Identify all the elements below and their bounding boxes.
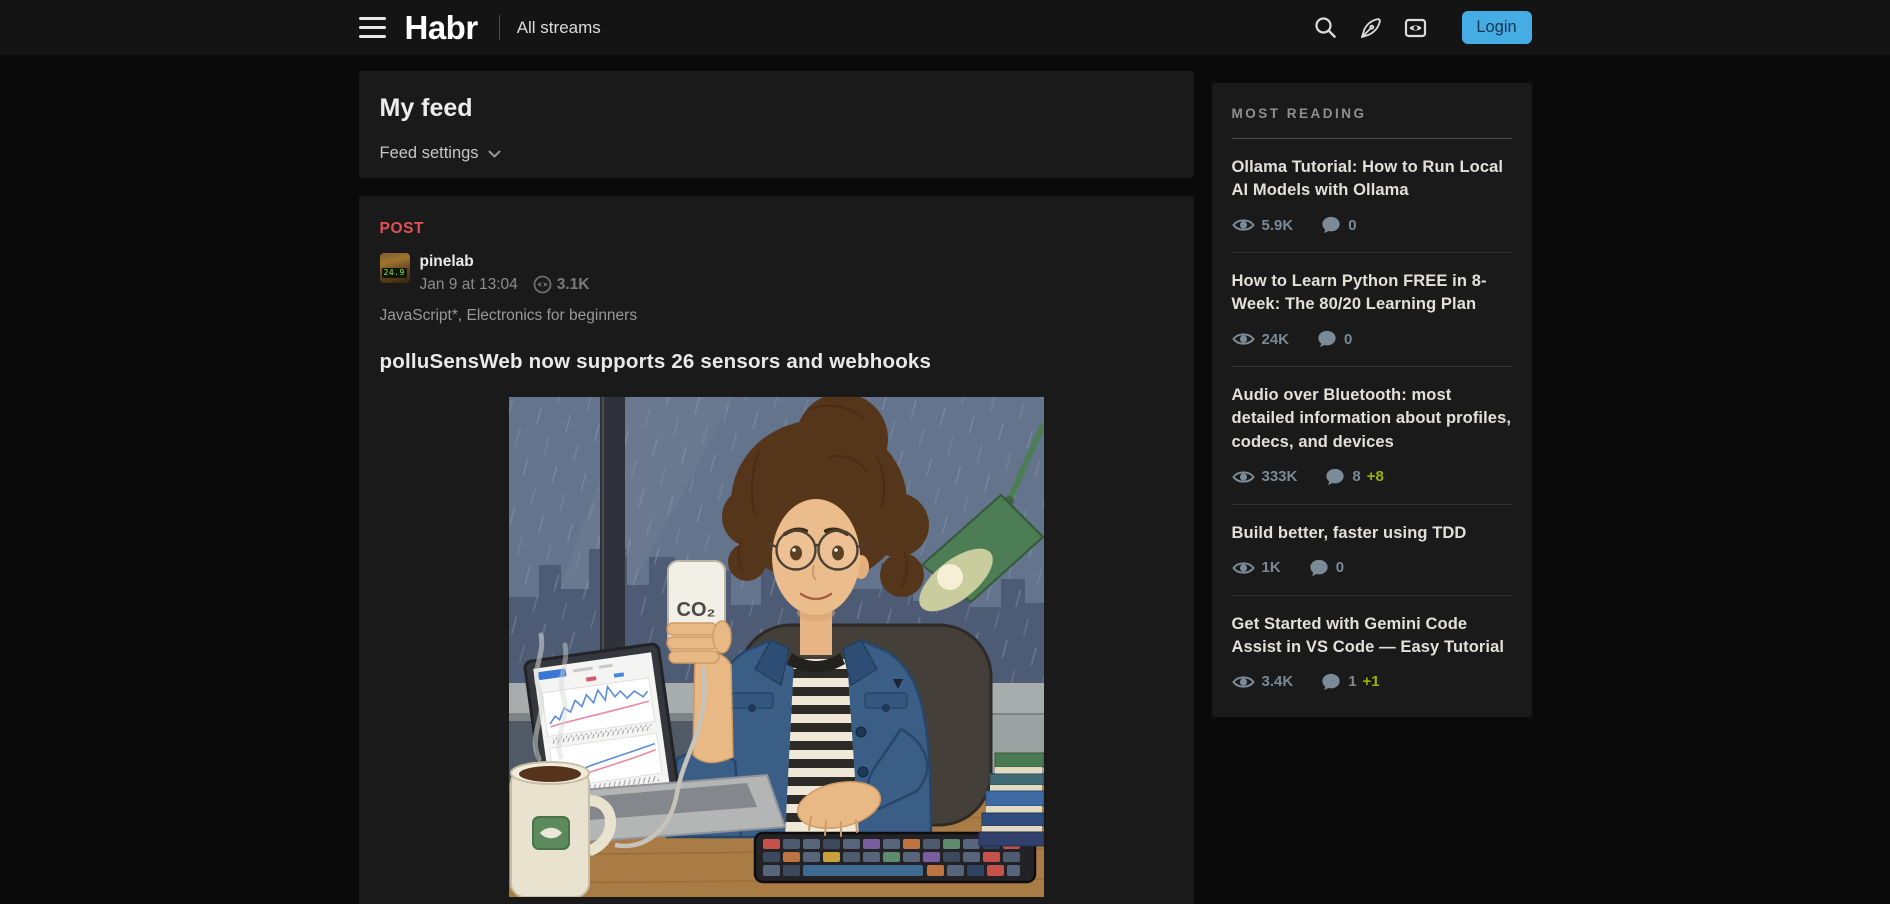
post-cover-illustration: CO₂ — [509, 397, 1044, 897]
author-avatar[interactable]: 24.9 — [380, 253, 410, 283]
post-hubs[interactable]: JavaScript*, Electronics for beginners — [380, 307, 1173, 325]
comments-count: 1 — [1348, 673, 1356, 690]
feed-settings-label: Feed settings — [380, 144, 479, 163]
feed-header-card: My feed Feed settings — [359, 71, 1194, 178]
avatar-display-readout: 24.9 — [382, 268, 407, 278]
feed-settings-button[interactable]: Feed settings — [380, 144, 501, 163]
new-comments-badge: +1 — [1363, 673, 1380, 690]
search-icon[interactable] — [1311, 13, 1341, 43]
comments-bubble-icon — [1325, 467, 1345, 487]
eye-square-reader-icon[interactable] — [1401, 13, 1431, 43]
eye-circle-icon — [533, 275, 552, 294]
top-navbar: Habr All streams Login — [0, 0, 1890, 55]
svg-text:CO₂: CO₂ — [676, 599, 715, 621]
most-reading-item-2[interactable]: How to Learn Python FREE in 8-Week: The … — [1232, 253, 1512, 367]
post-type-label[interactable]: POST — [380, 220, 425, 238]
eye-views-icon — [1232, 674, 1255, 690]
most-reading-item-3[interactable]: Audio over Bluetooth: most detailed info… — [1232, 367, 1512, 504]
login-button[interactable]: Login — [1462, 11, 1532, 44]
comments-count: 0 — [1344, 331, 1352, 348]
views-count: 24K — [1262, 331, 1290, 348]
new-comments-badge: +8 — [1367, 468, 1384, 485]
post-views-counter: 3.1K — [533, 275, 590, 294]
post-card: POST 24.9 pinelab Jan 9 at 13:04 3.1K — [359, 196, 1194, 904]
comments-count: 8 — [1352, 468, 1360, 485]
eye-views-icon — [1232, 217, 1255, 233]
post-views-value: 3.1K — [557, 276, 590, 294]
views-count: 3.4K — [1262, 673, 1294, 690]
chevron-down-icon — [488, 150, 501, 158]
write-post-pen-icon[interactable] — [1356, 13, 1386, 43]
views-count: 333K — [1262, 468, 1298, 485]
eye-views-icon — [1232, 560, 1255, 576]
most-reading-item-4[interactable]: Build better, faster using TDD 1K 0 — [1232, 505, 1512, 596]
most-reading-item-1[interactable]: Ollama Tutorial: How to Run Local AI Mod… — [1232, 139, 1512, 253]
habr-logo[interactable]: Habr — [405, 9, 478, 47]
most-reading-title: MOST READING — [1232, 101, 1512, 139]
post-meta: 24.9 pinelab Jan 9 at 13:04 3.1K — [380, 253, 1173, 294]
views-count: 1K — [1262, 559, 1281, 576]
post-title[interactable]: polluSensWeb now supports 26 sensors and… — [380, 350, 1173, 374]
comments-bubble-icon — [1317, 329, 1337, 349]
hamburger-menu-icon[interactable] — [359, 17, 386, 38]
comments-bubble-icon — [1321, 215, 1341, 235]
eye-views-icon — [1232, 331, 1255, 347]
page-title: My feed — [380, 94, 1173, 123]
co2-sensor-device: CO₂ — [667, 561, 731, 663]
author-name[interactable]: pinelab — [420, 253, 590, 271]
post-timestamp[interactable]: Jan 9 at 13:04 — [420, 276, 518, 294]
comments-bubble-icon — [1321, 672, 1341, 692]
most-reading-item-5[interactable]: Get Started with Gemini Code Assist in V… — [1232, 596, 1512, 709]
comments-count: 0 — [1348, 217, 1356, 234]
stream-selector[interactable]: All streams — [517, 18, 601, 38]
comments-count: 0 — [1336, 559, 1344, 576]
nav-divider — [499, 15, 500, 40]
eye-views-icon — [1232, 469, 1255, 485]
comments-bubble-icon — [1309, 558, 1329, 578]
most-reading-widget: MOST READING Ollama Tutorial: How to Run… — [1212, 83, 1532, 717]
views-count: 5.9K — [1262, 217, 1294, 234]
